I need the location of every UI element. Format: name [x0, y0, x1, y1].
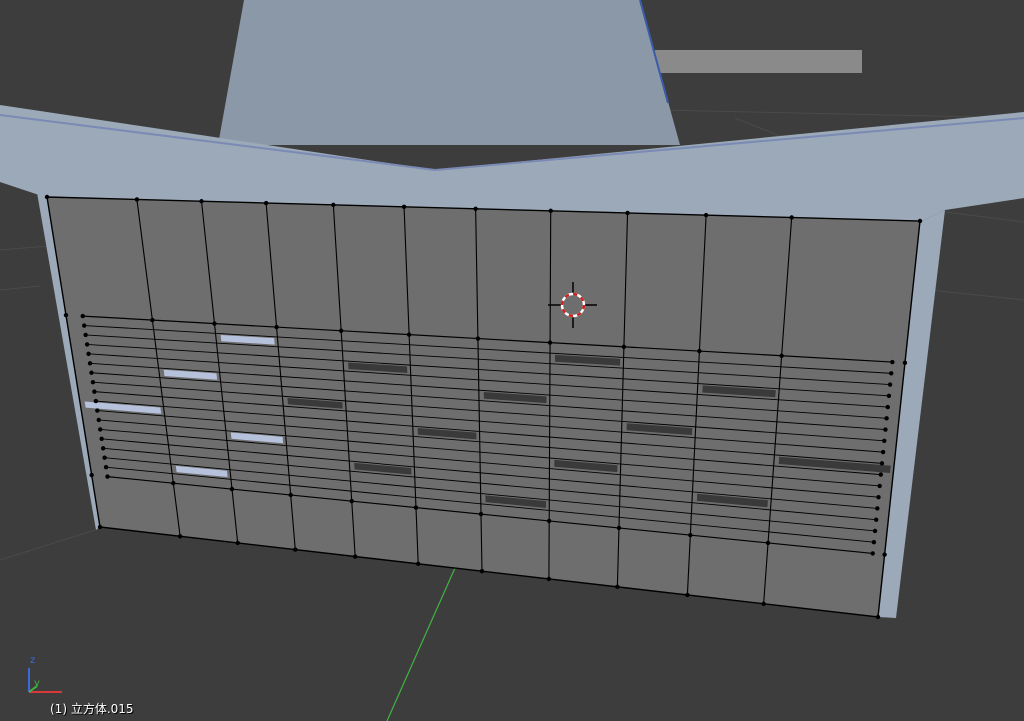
mesh-vertex	[478, 511, 484, 517]
mesh-vertex	[338, 328, 344, 333]
mesh-vertex	[875, 506, 880, 511]
mesh-vertex	[882, 438, 887, 444]
mesh-vertex	[406, 332, 412, 337]
mesh-vertex	[413, 505, 419, 510]
mesh-vertex	[86, 351, 91, 357]
mesh-vertex	[401, 204, 407, 210]
mesh-vertex	[615, 584, 620, 590]
mesh-vertex	[177, 534, 183, 539]
mesh-vertex	[349, 498, 354, 504]
object-info-label: (1) 立方体.015	[50, 702, 134, 716]
mesh-vertex	[199, 199, 204, 204]
mesh-vertex	[90, 379, 96, 385]
mesh-vertex	[878, 472, 884, 477]
background-slab	[655, 50, 862, 73]
mesh-vertex	[171, 481, 176, 486]
mesh-vertex	[263, 200, 269, 206]
mesh-vertex	[93, 398, 99, 404]
mesh-vertex	[875, 614, 881, 620]
mesh-vertex	[917, 218, 923, 224]
mesh-vertex	[873, 517, 879, 522]
mesh-vertex	[98, 427, 103, 432]
viewport-scene[interactable]	[0, 0, 1024, 721]
mesh-vertex	[546, 518, 552, 524]
mesh-vertex	[765, 540, 771, 546]
mesh-vertex	[890, 359, 895, 365]
mesh-vertex	[547, 340, 553, 345]
mesh-vertex	[885, 404, 890, 410]
mesh-vertex	[102, 455, 107, 460]
mesh-vertex	[293, 547, 298, 552]
mesh-vertex	[688, 532, 693, 538]
mesh-vertex	[331, 202, 336, 208]
facade-mesh[interactable]	[44, 194, 923, 620]
mesh-vertex	[883, 427, 888, 432]
mesh-vertex	[625, 210, 630, 216]
mesh-vertex	[89, 370, 94, 375]
3d-viewport[interactable]: z y (1) 立方体.015	[0, 0, 1024, 721]
mesh-vertex	[887, 382, 893, 387]
mesh-vertex	[886, 393, 892, 399]
mesh-vertex	[103, 464, 109, 470]
mesh-vertex	[44, 194, 50, 200]
mesh-vertex	[274, 324, 279, 330]
mesh-vertex	[761, 601, 766, 606]
mesh-vertex	[685, 592, 690, 598]
mesh-vertex	[229, 486, 235, 492]
mesh-vertex	[872, 528, 878, 534]
mesh-vertex	[877, 483, 882, 489]
mesh-vertex	[789, 215, 794, 220]
mesh-vertex	[288, 492, 293, 498]
mesh-vertex	[884, 416, 889, 421]
mesh-vertex	[902, 360, 908, 365]
mesh-vertex	[95, 408, 100, 413]
mesh-vertex	[83, 332, 88, 338]
mesh-vertex	[475, 336, 481, 341]
mesh-vertex	[889, 371, 894, 376]
mesh-vertex	[870, 551, 875, 556]
mesh-vertex	[416, 561, 421, 567]
mesh-vertex	[82, 323, 87, 328]
mesh-vertex	[89, 472, 94, 478]
mesh-vertex	[546, 576, 552, 582]
mesh-vertex	[80, 313, 85, 319]
mesh-vertex	[871, 539, 877, 545]
mesh-vertex	[879, 461, 885, 466]
mesh-vertex	[63, 312, 69, 318]
mesh-vertex	[105, 474, 110, 479]
mesh-vertex	[87, 361, 93, 366]
mesh-vertex	[779, 353, 784, 358]
mesh-vertex	[882, 552, 887, 557]
mesh-vertex	[621, 344, 627, 350]
mesh-vertex	[473, 206, 478, 211]
y-axis-line	[386, 567, 456, 721]
mesh-vertex	[479, 568, 485, 574]
mesh-vertex	[100, 446, 106, 451]
mesh-vertex	[84, 342, 90, 347]
mesh-vertex	[703, 212, 709, 218]
axis-y-label: y	[34, 678, 40, 689]
building-tower	[218, 0, 680, 145]
axis-z-label: z	[30, 655, 36, 666]
mesh-vertex	[548, 208, 553, 214]
mesh-vertex	[134, 197, 140, 202]
mesh-vertex	[99, 436, 104, 442]
mesh-vertex	[876, 494, 881, 500]
mesh-vertex	[92, 389, 97, 394]
mesh-vertex	[212, 321, 217, 326]
mesh-vertex	[150, 317, 155, 323]
mesh-vertex	[96, 417, 101, 423]
mesh-vertex	[880, 449, 886, 455]
mesh-vertex	[697, 348, 702, 354]
mesh-vertex	[352, 554, 358, 559]
mesh-vertex	[616, 525, 622, 531]
mesh-vertex	[235, 540, 240, 546]
mesh-vertex	[97, 524, 103, 530]
